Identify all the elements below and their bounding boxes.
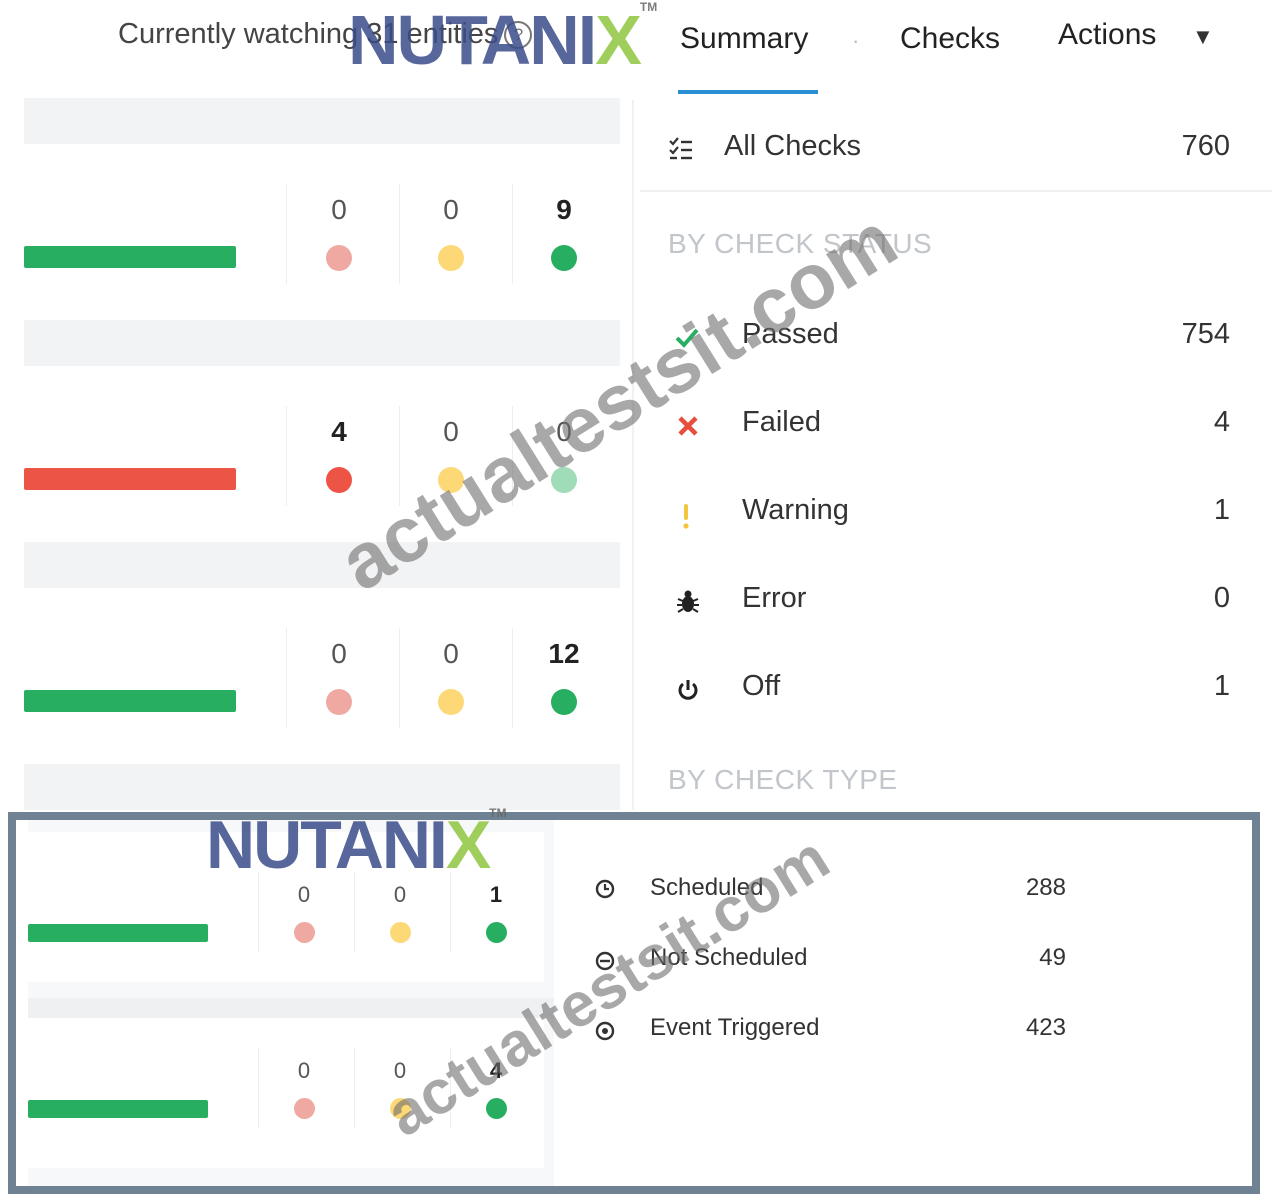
critical-count: 0 xyxy=(297,1058,311,1083)
critical-count: 4 xyxy=(331,416,347,447)
all-checks-row[interactable]: All Checks 760 xyxy=(640,110,1272,186)
clock-icon xyxy=(595,879,615,899)
passed-count: 12 xyxy=(548,638,580,669)
health-bar xyxy=(24,468,236,490)
nutanix-logo: NUTANIXTM xyxy=(206,806,507,883)
passed-count: 1 xyxy=(489,882,503,907)
critical-status-dot xyxy=(326,689,352,715)
section-header-band xyxy=(24,542,620,588)
status-count: 1 xyxy=(1213,670,1230,702)
passed-count: 9 xyxy=(556,194,572,225)
critical-status-dot xyxy=(294,1098,315,1119)
chevron-down-icon[interactable]: ▼ xyxy=(1192,24,1214,50)
bug-icon xyxy=(677,590,699,613)
status-row-warning[interactable]: Warning 1 xyxy=(660,482,1240,542)
status-label: Failed xyxy=(742,406,821,438)
warning-count: 0 xyxy=(443,194,459,225)
tab-checks[interactable]: Checks xyxy=(900,22,1000,56)
type-label: Event Triggered xyxy=(650,1014,820,1041)
all-checks-label: All Checks xyxy=(724,130,861,162)
health-bar xyxy=(24,246,236,268)
critical-status-dot xyxy=(294,922,315,943)
all-checks-count: 760 xyxy=(1181,130,1230,162)
section-header-band xyxy=(24,764,620,810)
warning-status-dot xyxy=(438,245,464,271)
tab-summary[interactable]: Summary xyxy=(680,22,808,56)
status-count: 0 xyxy=(1213,582,1230,614)
critical-status-dot xyxy=(326,467,352,493)
panel-divider xyxy=(632,100,634,810)
warning-count: 0 xyxy=(393,882,407,907)
type-count: 288 xyxy=(1025,874,1066,901)
warning-icon xyxy=(683,504,689,529)
health-bar xyxy=(28,924,208,942)
active-tab-indicator xyxy=(678,90,818,94)
status-label: Off xyxy=(742,670,781,702)
type-row-event-triggered[interactable]: Event Triggered 423 xyxy=(576,1010,1076,1050)
warning-count: 0 xyxy=(443,638,459,669)
passed-status-dot xyxy=(551,689,577,715)
passed-status-dot xyxy=(486,922,507,943)
health-bar xyxy=(28,1100,208,1118)
status-count: 1 xyxy=(1213,494,1230,526)
status-row-failed[interactable]: Failed 4 xyxy=(660,394,1240,454)
status-count: 754 xyxy=(1181,318,1230,350)
passed-status-dot xyxy=(551,245,577,271)
status-row-off[interactable]: Off 1 xyxy=(660,658,1240,718)
section-header-band xyxy=(24,98,620,144)
type-count: 49 xyxy=(1039,944,1066,971)
entity-row[interactable]: 0 0 12 xyxy=(24,588,620,764)
nutanix-logo: NUTANIXTM xyxy=(348,0,658,79)
actions-dropdown[interactable]: Actions xyxy=(1058,18,1156,52)
section-header-band xyxy=(24,320,620,366)
status-row-error[interactable]: Error 0 xyxy=(660,570,1240,630)
warning-status-dot xyxy=(438,689,464,715)
critical-count: 0 xyxy=(331,194,347,225)
status-label: Warning xyxy=(742,494,849,526)
health-bar xyxy=(24,690,236,712)
divider xyxy=(640,190,1272,192)
list-check-icon xyxy=(669,137,692,160)
critical-count: 0 xyxy=(297,882,311,907)
status-count: 4 xyxy=(1213,406,1230,438)
critical-count: 0 xyxy=(331,638,347,669)
tab-separator: · xyxy=(852,28,860,53)
entity-row[interactable]: 0 0 9 xyxy=(24,144,620,320)
power-icon xyxy=(678,680,698,700)
warning-status-dot xyxy=(390,922,411,943)
by-check-type-title: BY CHECK TYPE xyxy=(668,764,898,795)
status-label: Error xyxy=(742,582,807,614)
critical-status-dot xyxy=(326,245,352,271)
x-icon xyxy=(678,416,698,436)
type-count: 423 xyxy=(1025,1014,1066,1041)
